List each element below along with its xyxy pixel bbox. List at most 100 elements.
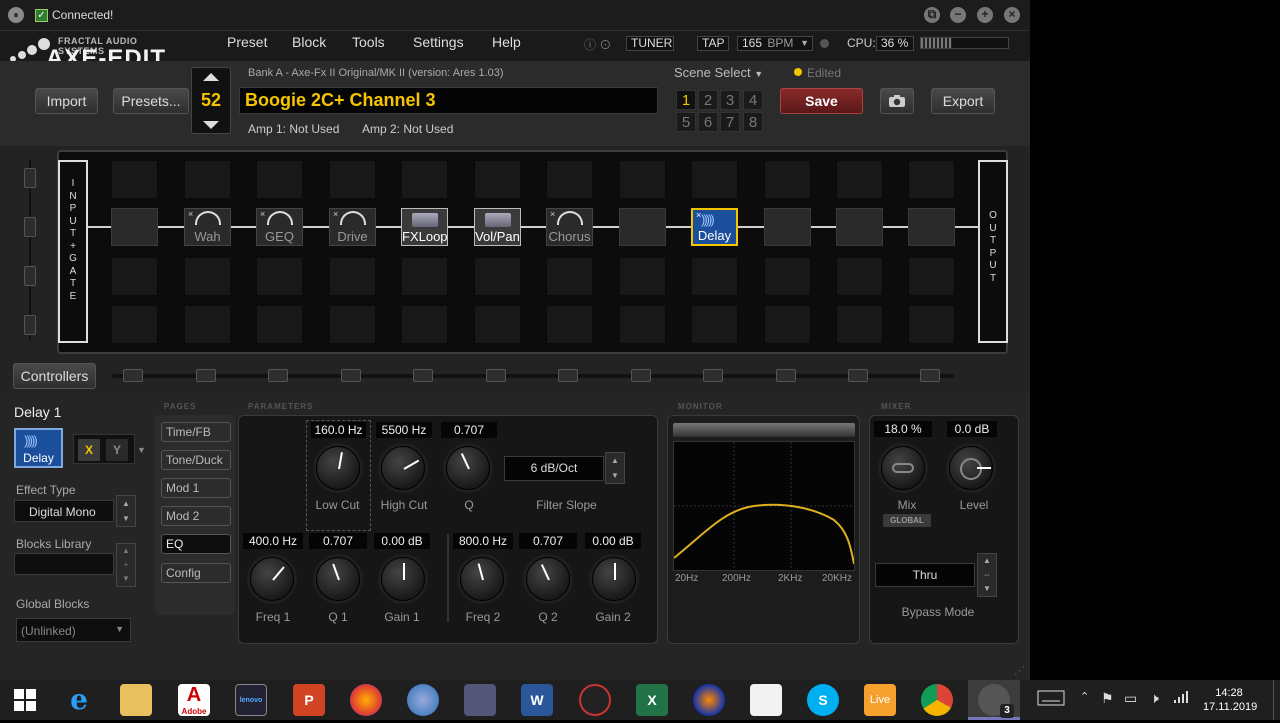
block-drive[interactable]: × Drive bbox=[329, 208, 376, 246]
mix-knob[interactable] bbox=[881, 446, 925, 490]
controllers-button[interactable]: Controllers bbox=[13, 363, 96, 389]
controller-handle[interactable] bbox=[776, 369, 796, 382]
grid-cell[interactable] bbox=[908, 305, 955, 344]
network-app-icon[interactable] bbox=[464, 684, 496, 716]
firefox-icon[interactable] bbox=[350, 684, 382, 716]
blank-file-icon[interactable] bbox=[750, 684, 782, 716]
scene-button-4[interactable]: 4 bbox=[743, 90, 763, 110]
x-button[interactable]: X bbox=[78, 439, 100, 461]
grid-cell[interactable] bbox=[474, 257, 521, 296]
effect-type-field[interactable]: Digital Mono bbox=[14, 500, 114, 522]
grid-cell[interactable] bbox=[111, 305, 158, 344]
gain1-value[interactable]: 0.00 dB bbox=[374, 533, 430, 549]
preset-down-icon[interactable] bbox=[203, 121, 219, 129]
gain1-knob[interactable] bbox=[381, 557, 425, 601]
page-tab-mod2[interactable]: Mod 2 bbox=[161, 506, 231, 526]
word-icon[interactable]: W bbox=[521, 684, 553, 716]
restore-icon[interactable]: ⧉ bbox=[924, 7, 940, 23]
camera-icon[interactable] bbox=[880, 88, 914, 114]
block-delay[interactable]: ))))) × Delay bbox=[691, 208, 738, 246]
menu-preset[interactable]: Preset bbox=[227, 34, 267, 50]
tuner-button[interactable]: TUNER bbox=[626, 36, 674, 51]
gain2-knob[interactable] bbox=[592, 557, 636, 601]
slider-handle[interactable] bbox=[24, 168, 36, 188]
pause-icon[interactable]: ⏸ bbox=[8, 7, 24, 23]
grid-cell[interactable] bbox=[474, 160, 521, 199]
grid-cell[interactable] bbox=[256, 305, 303, 344]
minimize-icon[interactable]: − bbox=[950, 7, 966, 23]
thunderbird-icon[interactable] bbox=[407, 684, 439, 716]
grid-cell[interactable] bbox=[836, 257, 883, 296]
controller-handle[interactable] bbox=[631, 369, 651, 382]
block-fxloop[interactable]: FXLoop bbox=[401, 208, 448, 246]
freq2-value[interactable]: 800.0 Hz bbox=[453, 533, 513, 549]
global-badge[interactable]: GLOBAL bbox=[883, 514, 931, 527]
empty-slot[interactable] bbox=[764, 208, 811, 246]
high-cut-knob[interactable] bbox=[381, 446, 425, 490]
level-knob[interactable] bbox=[949, 446, 993, 490]
high-cut-value[interactable]: 5500 Hz bbox=[376, 422, 432, 438]
bpm-field[interactable]: 165 BPM ▼ bbox=[737, 36, 813, 51]
controller-handle[interactable] bbox=[341, 369, 361, 382]
page-tab-toneduck[interactable]: Tone/Duck bbox=[161, 450, 231, 470]
grid-cell[interactable] bbox=[908, 257, 955, 296]
connected-checkbox[interactable]: ✓ bbox=[35, 9, 48, 22]
grid-cell[interactable] bbox=[329, 305, 376, 344]
grid-cell[interactable] bbox=[401, 160, 448, 199]
page-tab-timefb[interactable]: Time/FB bbox=[161, 422, 231, 442]
menu-help[interactable]: Help bbox=[492, 34, 521, 50]
q-knob[interactable] bbox=[446, 446, 490, 490]
slider-handle[interactable] bbox=[24, 315, 36, 335]
save-button[interactable]: Save bbox=[780, 88, 863, 114]
mix-value[interactable]: 18.0 % bbox=[874, 421, 932, 437]
block-volpan[interactable]: Vol/Pan bbox=[474, 208, 521, 246]
grid-cell[interactable] bbox=[764, 305, 811, 344]
controller-handle[interactable] bbox=[920, 369, 940, 382]
controller-handle[interactable] bbox=[703, 369, 723, 382]
display-icon[interactable]: ▭ bbox=[1124, 690, 1137, 707]
guitar-pro-icon[interactable] bbox=[579, 684, 611, 716]
blocks-library-stepper[interactable]: ▲ + ▼ bbox=[116, 543, 136, 587]
volume-icon[interactable]: 🕨 bbox=[1150, 690, 1159, 707]
audacity-icon[interactable] bbox=[693, 684, 725, 716]
controller-handle[interactable] bbox=[196, 369, 216, 382]
internet-explorer-icon[interactable]: e bbox=[63, 684, 95, 716]
powerpoint-icon[interactable]: P bbox=[293, 684, 325, 716]
maximize-icon[interactable]: + bbox=[977, 7, 993, 23]
slider-handle[interactable] bbox=[24, 217, 36, 237]
block-wah[interactable]: × Wah bbox=[184, 208, 231, 246]
q2-value[interactable]: 0.707 bbox=[519, 533, 577, 549]
grid-cell[interactable] bbox=[111, 160, 158, 199]
close-icon[interactable]: × bbox=[1004, 7, 1020, 23]
block-geq[interactable]: × GEQ bbox=[256, 208, 303, 246]
chevron-down-icon[interactable]: ▼ bbox=[137, 445, 146, 455]
tap-button[interactable]: TAP bbox=[697, 36, 729, 51]
file-explorer-icon[interactable] bbox=[120, 684, 152, 716]
block-icon[interactable]: ))))) Delay bbox=[14, 428, 63, 468]
grid-cell[interactable] bbox=[546, 257, 593, 296]
empty-slot[interactable] bbox=[111, 208, 158, 246]
filter-slope-field[interactable]: 6 dB/Oct bbox=[504, 456, 604, 481]
grid-cell[interactable] bbox=[546, 160, 593, 199]
scene-button-2[interactable]: 2 bbox=[698, 90, 718, 110]
gain2-value[interactable]: 0.00 dB bbox=[585, 533, 641, 549]
chevron-down-icon[interactable]: ▼ bbox=[800, 37, 809, 50]
grid-cell[interactable] bbox=[184, 160, 231, 199]
grid-cell[interactable] bbox=[111, 257, 158, 296]
grid-cell[interactable] bbox=[329, 160, 376, 199]
input-gate-block[interactable]: I N P U T + G A T E bbox=[58, 160, 88, 343]
page-tab-eq[interactable]: EQ bbox=[161, 534, 231, 554]
grid-cell[interactable] bbox=[908, 160, 955, 199]
adobe-icon[interactable]: A Adobe bbox=[178, 684, 210, 716]
export-button[interactable]: Export bbox=[931, 88, 995, 114]
grid-cell[interactable] bbox=[474, 305, 521, 344]
page-tab-mod1[interactable]: Mod 1 bbox=[161, 478, 231, 498]
freq2-knob[interactable] bbox=[460, 557, 504, 601]
grid-cell[interactable] bbox=[836, 160, 883, 199]
controller-handle[interactable] bbox=[123, 369, 143, 382]
keyboard-icon[interactable] bbox=[1037, 690, 1065, 709]
wifi-icon[interactable] bbox=[1173, 690, 1189, 707]
resize-grip-icon[interactable]: ⋰ bbox=[1014, 664, 1025, 677]
flag-icon[interactable]: ⚑ bbox=[1101, 690, 1114, 707]
freq1-knob[interactable] bbox=[250, 557, 294, 601]
